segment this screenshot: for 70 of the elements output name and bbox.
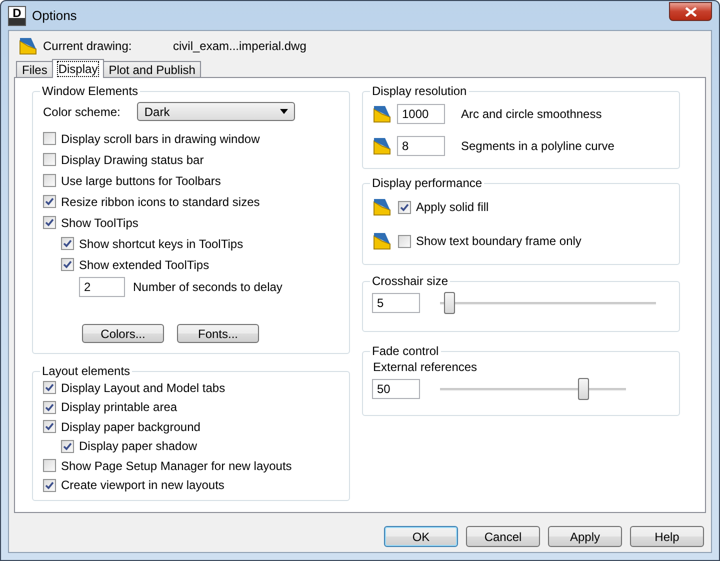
checkbox-label: Display paper shadow — [79, 439, 198, 454]
checkbox[interactable] — [61, 237, 74, 250]
group-title: Display resolution — [371, 84, 468, 98]
delay-input[interactable]: 2 — [79, 277, 125, 297]
checkbox-label: Show extended ToolTips — [79, 258, 210, 272]
group-title: Fade control — [371, 344, 440, 358]
dialog-button[interactable]: Apply — [548, 526, 622, 547]
window-title: Options — [32, 8, 78, 23]
checkbox[interactable] — [43, 400, 56, 414]
current-drawing-name: civil_exam...imperial.dwg — [173, 39, 306, 53]
checkbox[interactable] — [61, 440, 74, 453]
field-label: External references — [373, 360, 478, 374]
checkbox-label: Display Drawing status bar — [61, 152, 204, 166]
checkbox-label: Show ToolTips — [61, 216, 138, 230]
checkbox[interactable] — [43, 216, 56, 229]
drawing-file-icon — [373, 198, 391, 216]
checkbox[interactable] — [43, 195, 56, 208]
number-input[interactable]: 1000 — [397, 104, 445, 124]
group-title: Window Elements — [41, 84, 140, 98]
dialog-button[interactable]: Fonts... — [177, 324, 259, 343]
drawing-file-icon — [373, 105, 391, 123]
checkbox-label: Display paper background — [61, 420, 200, 434]
tab[interactable]: Files — [16, 61, 54, 77]
group-title: Display performance — [371, 176, 484, 190]
close-button[interactable] — [669, 2, 712, 21]
field-label: Color scheme: — [43, 104, 120, 118]
fade-slider[interactable] — [440, 378, 626, 400]
checkbox[interactable] — [43, 174, 56, 187]
app-icon: D — [8, 6, 26, 26]
checkbox-label: Use large buttons for Toolbars — [61, 174, 221, 188]
checkbox-label: Display printable area — [61, 400, 178, 414]
checkbox-label: Show Page Setup Manager for new layouts — [61, 458, 292, 473]
checkbox[interactable] — [398, 200, 411, 214]
drawing-file-icon — [19, 37, 37, 55]
number-input[interactable]: 50 — [372, 379, 420, 399]
number-input[interactable]: 5 — [372, 293, 420, 313]
number-input[interactable]: 8 — [397, 136, 445, 156]
checkbox[interactable] — [43, 459, 56, 472]
checkbox[interactable] — [43, 478, 56, 492]
tab[interactable]: Display — [52, 59, 104, 78]
checkbox-label: Apply solid fill — [416, 200, 489, 214]
checkbox[interactable] — [43, 381, 56, 394]
dialog-button[interactable]: Help — [630, 526, 704, 547]
checkbox-label: Show shortcut keys in ToolTips — [79, 236, 244, 250]
crosshair-slider[interactable] — [440, 292, 656, 314]
checkbox-label: Display scroll bars in drawing window — [61, 132, 260, 146]
dialog-button[interactable]: Cancel — [466, 526, 540, 547]
drawing-file-icon — [373, 137, 391, 155]
tab[interactable]: Plot and Publish — [102, 61, 202, 77]
current-drawing-label: Current drawing: — [43, 39, 133, 53]
dialog-button[interactable]: Colors... — [82, 324, 164, 343]
drawing-file-icon — [373, 232, 391, 250]
checkbox[interactable] — [398, 234, 411, 248]
checkbox[interactable] — [43, 132, 56, 145]
field-label: Number of seconds to delay — [133, 280, 282, 294]
field-label: Arc and circle smoothness — [461, 107, 602, 121]
checkbox-label: Resize ribbon icons to standard sizes — [61, 194, 260, 208]
dialog-button[interactable]: OK — [384, 526, 458, 547]
group-title: Crosshair size — [371, 274, 450, 288]
checkbox-label: Show text boundary frame only — [416, 234, 582, 248]
close-icon — [684, 6, 696, 16]
group-title: Layout elements — [41, 364, 132, 378]
color-scheme-dropdown[interactable]: Dark — [137, 102, 296, 121]
checkbox[interactable] — [43, 153, 56, 166]
dropdown-arrow-icon — [280, 109, 288, 114]
checkbox[interactable] — [43, 420, 56, 434]
checkbox[interactable] — [61, 258, 74, 271]
checkbox-label: Create viewport in new layouts — [61, 478, 224, 492]
field-label: Segments in a polyline curve — [461, 139, 614, 153]
checkbox-label: Display Layout and Model tabs — [61, 380, 226, 395]
